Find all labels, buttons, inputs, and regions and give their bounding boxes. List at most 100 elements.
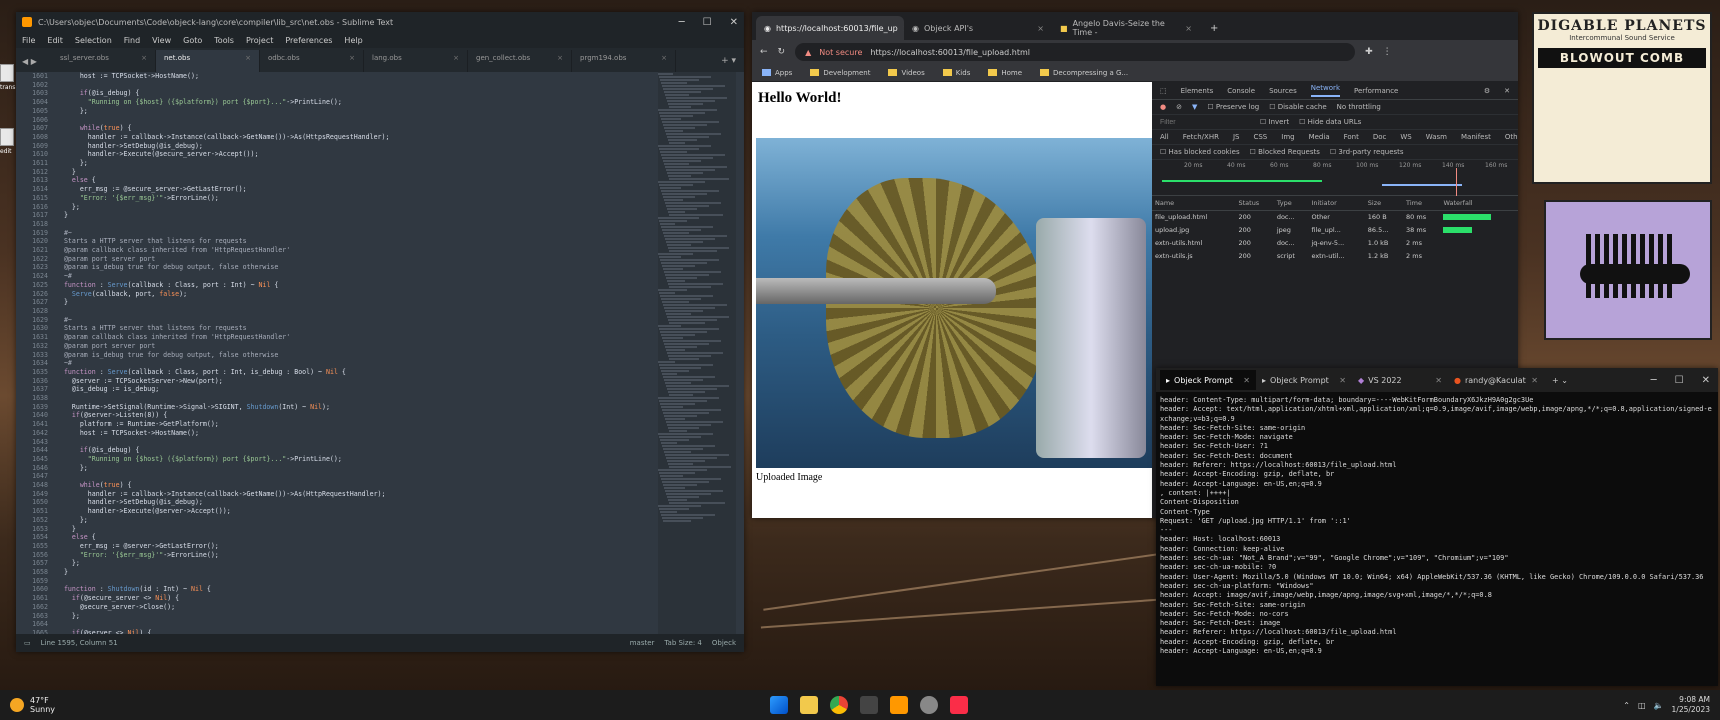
menu-help[interactable]: Help: [344, 36, 362, 45]
code-line[interactable]: }: [56, 298, 656, 307]
terminal-tab[interactable]: ▸ Objeck Prompt ✕: [1160, 370, 1256, 390]
request-row[interactable]: upload.jpg 200 jpeg file_upl... 86.5... 38 ms: [1152, 223, 1518, 236]
tab-net[interactable]: net.obs ×: [156, 50, 260, 72]
bookmark-decompressing[interactable]: Decompressing a G...: [1040, 69, 1128, 77]
cell-initiator[interactable]: jq-env-5...: [1308, 236, 1364, 249]
close-icon[interactable]: ✕: [1504, 87, 1510, 95]
code-line[interactable]: }: [56, 168, 656, 177]
code-line[interactable]: function : Shutdown(id : Int) ~ Nil {: [56, 585, 656, 594]
cell-name[interactable]: upload.jpg: [1152, 223, 1235, 236]
column-header[interactable]: Name: [1152, 196, 1236, 211]
url-text[interactable]: https://localhost:60013/file_upload.html: [870, 48, 1030, 57]
volume-icon[interactable]: 🔈: [1654, 701, 1664, 710]
code-line[interactable]: handler->Execute(@secure_server->Accept(…: [56, 150, 656, 159]
type-filter[interactable]: Media: [1309, 133, 1330, 141]
maximize-icon[interactable]: ☐: [1675, 375, 1684, 386]
code-line[interactable]: Runtime->SetSignal(Runtime->Signal->SIGI…: [56, 403, 656, 412]
menu-edit[interactable]: Edit: [47, 36, 63, 45]
new-tab-icon[interactable]: + ⌄: [1544, 376, 1576, 385]
music-icon[interactable]: [950, 696, 968, 714]
code-line[interactable]: handler := callback->Instance(callback->…: [56, 490, 656, 499]
code-line[interactable]: "Running on {$host} ({$platform}) port {…: [56, 455, 656, 464]
type-filter[interactable]: Font: [1344, 133, 1359, 141]
desktop-icon[interactable]: edit: [0, 128, 16, 160]
code-line[interactable]: [56, 438, 656, 447]
tab-performance[interactable]: Performance: [1354, 87, 1398, 95]
cell-name[interactable]: extn-utils.html: [1152, 236, 1235, 249]
code-line[interactable]: }: [56, 525, 656, 534]
menu-selection[interactable]: Selection: [75, 36, 112, 45]
code-line[interactable]: err_msg := @secure_server->GetLastError(…: [56, 185, 656, 194]
terminal-icon[interactable]: [860, 696, 878, 714]
minimize-icon[interactable]: ─: [1651, 375, 1657, 386]
back-icon[interactable]: ←: [760, 47, 768, 57]
bookmark-kids[interactable]: Kids: [942, 69, 970, 77]
type-filter[interactable]: WS: [1400, 133, 1411, 141]
cell-initiator[interactable]: Other: [1308, 210, 1364, 223]
code-line[interactable]: platform := Runtime->GetPlatform();: [56, 420, 656, 429]
code-line[interactable]: ~#: [56, 272, 656, 281]
code-line[interactable]: [56, 394, 656, 403]
column-header[interactable]: Time: [1403, 196, 1441, 211]
bookmark-apps[interactable]: Apps: [762, 69, 792, 77]
code-line[interactable]: };: [56, 516, 656, 525]
type-filter[interactable]: Doc: [1373, 133, 1387, 141]
code-line[interactable]: ~#: [56, 359, 656, 368]
menu-find[interactable]: Find: [124, 36, 140, 45]
menu-preferences[interactable]: Preferences: [285, 36, 332, 45]
syntax-mode[interactable]: Objeck: [712, 639, 736, 647]
code-line[interactable]: #~: [56, 316, 656, 325]
close-icon[interactable]: ✕: [1435, 376, 1442, 385]
tab-network[interactable]: Network: [1310, 84, 1340, 97]
close-icon[interactable]: ×: [141, 54, 147, 68]
code-line[interactable]: @param is_debug true for debug output, f…: [56, 263, 656, 272]
type-filter[interactable]: Other: [1505, 133, 1518, 141]
close-icon[interactable]: ×: [1185, 24, 1192, 33]
terminal-tab[interactable]: ◆ VS 2022 ✕: [1352, 370, 1448, 390]
reload-icon[interactable]: ↻: [778, 47, 786, 57]
code-line[interactable]: [56, 220, 656, 229]
code-line[interactable]: @param callback class inherited from 'Ht…: [56, 246, 656, 255]
cell-initiator[interactable]: extn-util...: [1308, 249, 1364, 262]
code-line[interactable]: [56, 577, 656, 586]
menu-project[interactable]: Project: [246, 36, 273, 45]
close-icon[interactable]: ✕: [730, 17, 738, 28]
security-label[interactable]: Not secure: [819, 48, 862, 57]
browser-tab[interactable]: ◉ Objeck API's ×: [904, 16, 1052, 40]
code-line[interactable]: while(true) {: [56, 481, 656, 490]
column-header[interactable]: Initiator: [1308, 196, 1365, 211]
weather-widget[interactable]: 47°F Sunny: [10, 696, 55, 714]
type-filter[interactable]: Fetch/XHR: [1183, 133, 1219, 141]
code-line[interactable]: @secure_server->Close();: [56, 603, 656, 612]
close-icon[interactable]: ×: [245, 54, 251, 68]
code-line[interactable]: [56, 472, 656, 481]
cell-name[interactable]: extn-utils.js: [1152, 249, 1235, 262]
menu-icon[interactable]: ⋮: [1383, 47, 1392, 57]
settings-icon[interactable]: ⚙: [1484, 87, 1490, 95]
code-line[interactable]: };: [56, 203, 656, 212]
close-icon[interactable]: ×: [453, 54, 459, 68]
new-tab-icon[interactable]: +: [1200, 17, 1228, 40]
throttling-select[interactable]: No throttling: [1337, 103, 1381, 111]
sublime-icon[interactable]: [890, 696, 908, 714]
code-line[interactable]: };: [56, 464, 656, 473]
address-bar[interactable]: ▲ Not secure https://localhost:60013/fil…: [795, 43, 1356, 61]
tab-elements[interactable]: Elements: [1181, 87, 1214, 95]
code-line[interactable]: }: [56, 568, 656, 577]
close-icon[interactable]: ✕: [1531, 376, 1538, 385]
start-icon[interactable]: [770, 696, 788, 714]
type-filter[interactable]: Manifest: [1461, 133, 1491, 141]
record-icon[interactable]: ●: [1160, 103, 1166, 111]
new-tab-icon[interactable]: + ▾: [713, 50, 744, 72]
code-line[interactable]: @param port server port: [56, 342, 656, 351]
code-line[interactable]: @param callback class inherited from 'Ht…: [56, 333, 656, 342]
extensions-icon[interactable]: ✚: [1365, 47, 1373, 57]
code-line[interactable]: handler->SetDebug(@is_debug);: [56, 142, 656, 151]
tab-console[interactable]: Console: [1227, 87, 1255, 95]
disable-cache-checkbox[interactable]: ☐ Disable cache: [1269, 103, 1326, 111]
type-filter[interactable]: All: [1160, 133, 1169, 141]
code-line[interactable]: #~: [56, 229, 656, 238]
tab-sources[interactable]: Sources: [1269, 87, 1297, 95]
code-editor[interactable]: 1601 1602 1603 1604 1605 1606 1607 1608 1609 1610…: [16, 72, 744, 646]
type-filter[interactable]: Img: [1281, 133, 1294, 141]
